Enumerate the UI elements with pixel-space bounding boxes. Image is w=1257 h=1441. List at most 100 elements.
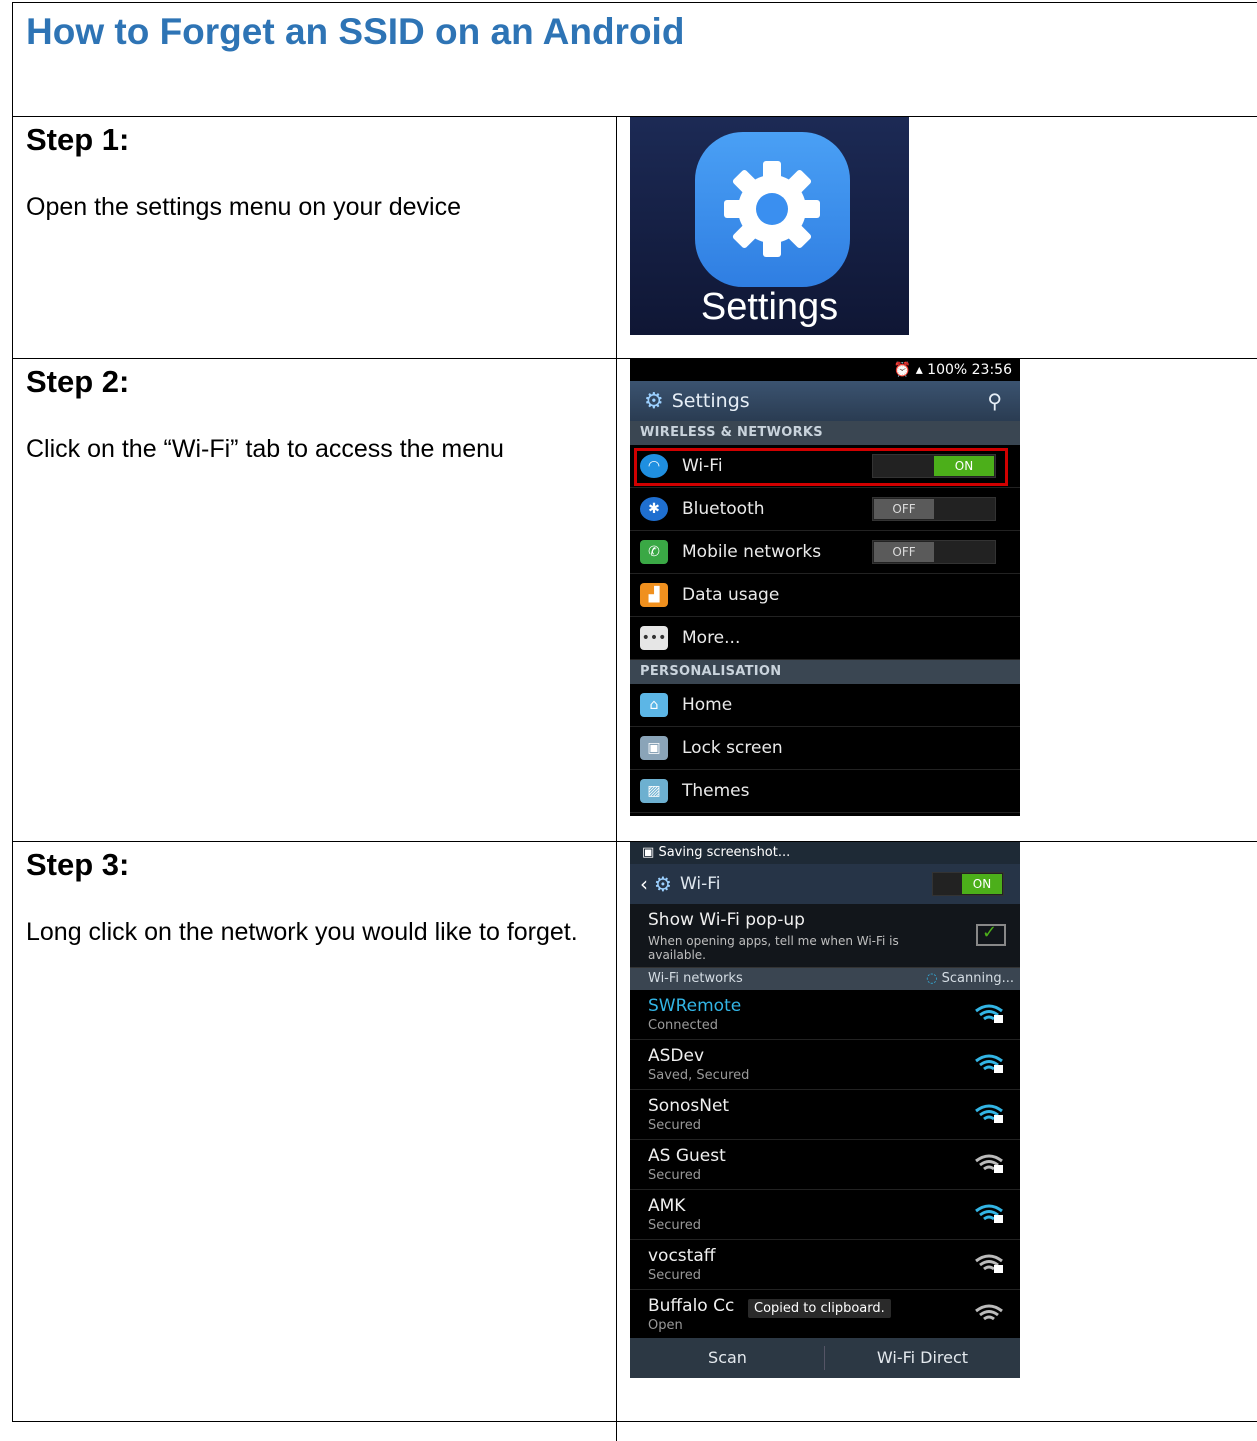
title-row: How to Forget an SSID on an Android	[13, 3, 1257, 117]
step-2-label: Step 2:	[26, 364, 130, 399]
lock-screen-label: Lock screen	[682, 738, 783, 758]
mobile-networks-toggle[interactable]: OFF	[872, 540, 996, 564]
wireless-section-header: WIRELESS & NETWORKS	[630, 421, 1020, 445]
wifi-signal-icon	[975, 1004, 1003, 1023]
step-2-image-cell: ⏰ ▴ 100% 23:56 ⚙ Settings ⚲ WIRELESS & N…	[618, 358, 1257, 841]
more-icon: •••	[640, 626, 668, 650]
clipboard-toast: Copied to clipboard.	[748, 1299, 891, 1318]
step-1-text-cell: Step 1: Open the settings menu on your d…	[13, 116, 617, 358]
network-name: SWRemote	[648, 996, 742, 1016]
scanning-label: Scanning...	[941, 971, 1014, 986]
settings-screenshot: ⏰ ▴ 100% 23:56 ⚙ Settings ⚲ WIRELESS & N…	[630, 359, 1020, 816]
wifi-screenshot: ▣ Saving screenshot... ‹ ⚙ Wi-Fi ON Show…	[630, 842, 1020, 1378]
wifi-toggle[interactable]: ON	[932, 872, 1004, 896]
home-label: Home	[682, 695, 733, 715]
network-name: ASDev	[648, 1046, 705, 1066]
step-1-label: Step 1:	[26, 122, 130, 157]
mobile-networks-row[interactable]: ✆ Mobile networks OFF	[630, 531, 1020, 574]
status-bar: ⏰ ▴ 100% 23:56	[630, 359, 1020, 381]
wifi-signal-icon	[975, 1254, 1003, 1273]
gear-icon	[724, 161, 820, 257]
status-bar: ▣ Saving screenshot...	[630, 842, 1020, 864]
back-icon[interactable]: ‹	[640, 872, 648, 896]
bluetooth-toggle-state: OFF	[874, 499, 934, 519]
alarm-icon: ⏰	[893, 362, 912, 378]
network-status: Secured	[648, 1268, 701, 1283]
wifi-signal-icon	[975, 1104, 1003, 1123]
settings-app-label: Settings	[700, 286, 839, 328]
networks-header-label: Wi-Fi networks	[648, 971, 743, 986]
wifi-signal-icon	[975, 1054, 1003, 1073]
step-row-2: Step 2: Click on the “Wi-Fi” tab to acce…	[13, 358, 1257, 842]
step-1-description: Open the settings menu on your device	[26, 193, 461, 221]
spinner-icon: ◌	[926, 971, 938, 986]
settings-app-icon	[695, 132, 850, 287]
wifi-signal-icon	[975, 1304, 1003, 1321]
step-1-image-cell: Settings	[618, 116, 1257, 358]
gear-icon: ⚙	[644, 388, 664, 414]
bluetooth-label: Bluetooth	[682, 499, 765, 519]
network-item[interactable]: SonosNet Secured	[630, 1090, 1020, 1140]
scanning-indicator: ◌ Scanning...	[926, 968, 1014, 990]
settings-header-label: Settings	[671, 390, 750, 412]
more-row[interactable]: ••• More...	[630, 617, 1020, 660]
step-row-3: Step 3: Long click on the network you wo…	[13, 841, 1257, 1441]
network-item[interactable]: AMK Secured	[630, 1190, 1020, 1240]
phone-icon: ✆	[640, 540, 668, 564]
step-3-label: Step 3:	[26, 847, 130, 882]
network-name: Buffalo Cc	[648, 1296, 735, 1316]
themes-label: Themes	[682, 781, 750, 801]
more-label: More...	[682, 628, 741, 648]
home-row[interactable]: ⌂ Home	[630, 684, 1020, 727]
wifi-popup-setting[interactable]: Show Wi-Fi pop-up When opening apps, tel…	[630, 904, 1020, 968]
wifi-direct-button[interactable]: Wi-Fi Direct	[825, 1338, 1020, 1378]
network-item[interactable]: AS Guest Secured	[630, 1140, 1020, 1190]
mobile-networks-toggle-state: OFF	[874, 542, 934, 562]
bluetooth-icon: ✱	[640, 497, 668, 521]
personalisation-section-header: PERSONALISATION	[630, 660, 1020, 684]
scan-button[interactable]: Scan	[630, 1338, 825, 1378]
search-icon[interactable]: ⚲	[987, 389, 1002, 413]
networks-list: SWRemote Connected ASDev Saved, Secured Sono…	[630, 990, 1020, 1340]
instruction-document: How to Forget an SSID on an Android Step…	[12, 2, 1257, 1441]
network-name: AS Guest	[648, 1146, 726, 1166]
step-3-image-cell: ▣ Saving screenshot... ‹ ⚙ Wi-Fi ON Show…	[618, 841, 1257, 1441]
bottom-bar: Scan Wi-Fi Direct	[630, 1338, 1020, 1378]
wifi-header-label: Wi-Fi	[679, 874, 721, 894]
home-icon: ⌂	[640, 693, 668, 717]
mobile-networks-label: Mobile networks	[682, 542, 822, 562]
screenshot-icon: ▣	[642, 845, 655, 860]
networks-header: Wi-Fi networks ◌ Scanning...	[630, 968, 1020, 990]
network-status: Connected	[648, 1018, 719, 1033]
divider	[824, 1346, 825, 1370]
step-2-text-cell: Step 2: Click on the “Wi-Fi” tab to acce…	[13, 358, 617, 841]
wifi-highlight-box	[634, 448, 1008, 486]
checkbox[interactable]: ✓	[976, 922, 1006, 946]
data-usage-row[interactable]: ▟ Data usage	[630, 574, 1020, 617]
wifi-signal-icon	[975, 1154, 1003, 1173]
chart-icon: ▟	[640, 583, 668, 607]
data-usage-label: Data usage	[682, 585, 780, 605]
wifi-signal-icon	[975, 1204, 1003, 1223]
network-item[interactable]: ASDev Saved, Secured	[630, 1040, 1020, 1090]
network-item[interactable]: SWRemote Connected	[630, 990, 1020, 1040]
lock-screen-row[interactable]: ▣ Lock screen	[630, 727, 1020, 770]
step-3-text-cell: Step 3: Long click on the network you wo…	[13, 841, 617, 1441]
popup-subtitle: When opening apps, tell me when Wi-Fi is…	[648, 934, 899, 962]
themes-icon: ▨	[640, 779, 668, 803]
page-title: How to Forget an SSID on an Android	[26, 11, 685, 52]
bluetooth-toggle[interactable]: OFF	[872, 497, 996, 521]
network-name: AMK	[648, 1196, 686, 1216]
status-text: 100% 23:56	[927, 362, 1012, 378]
wifi-toggle-state: ON	[962, 874, 1002, 894]
network-item[interactable]: vocstaff Secured	[630, 1240, 1020, 1290]
status-text: Saving screenshot...	[658, 845, 791, 860]
check-icon: ✓	[982, 922, 998, 943]
lock-screen-icon: ▣	[640, 736, 668, 760]
network-status: Open	[648, 1318, 683, 1333]
bluetooth-row[interactable]: ✱ Bluetooth OFF	[630, 488, 1020, 531]
network-name: vocstaff	[648, 1246, 716, 1266]
themes-row[interactable]: ▨ Themes	[630, 770, 1020, 813]
network-status: Secured	[648, 1218, 701, 1233]
step-row-1: Step 1: Open the settings menu on your d…	[13, 116, 1257, 359]
